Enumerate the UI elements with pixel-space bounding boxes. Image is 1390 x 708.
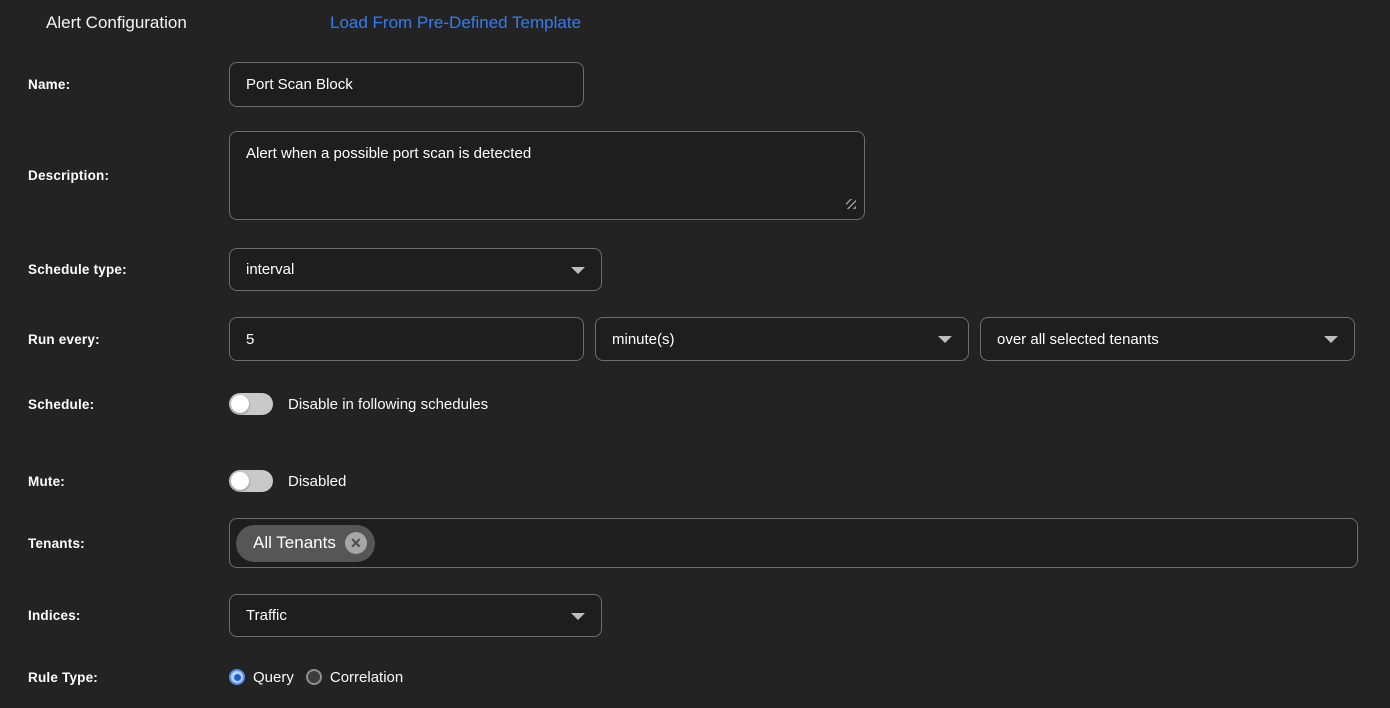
indices-label: Indices: <box>28 608 81 623</box>
indices-select[interactable]: Traffic <box>229 594 602 637</box>
run-every-row: Run every: minute(s) over all selected t… <box>0 317 1390 361</box>
name-row: Name: <box>0 62 1390 107</box>
schedule-type-row: Schedule type: interval <box>0 248 1390 291</box>
description-label: Description: <box>28 168 110 183</box>
run-every-scope-select[interactable]: over all selected tenants <box>980 317 1355 361</box>
run-every-scope-value: over all selected tenants <box>997 330 1159 348</box>
tenants-label: Tenants: <box>28 535 85 551</box>
schedule-toggle[interactable] <box>229 393 273 415</box>
toggle-knob <box>231 395 249 413</box>
tenant-chip: All Tenants ✕ <box>236 524 375 562</box>
indices-row: Indices: Traffic <box>0 594 1390 637</box>
description-row: Description: Alert when a possible port … <box>0 131 1390 220</box>
schedule-row: Schedule: Disable in following schedules <box>0 392 1390 416</box>
radio-option-correlation[interactable]: Correlation <box>305 668 404 686</box>
run-every-unit-select[interactable]: minute(s) <box>595 317 969 361</box>
load-template-link[interactable]: Load From Pre-Defined Template <box>330 13 581 33</box>
radio-unselected-icon[interactable] <box>305 669 322 685</box>
run-every-label: Run every: <box>28 331 100 347</box>
tenants-input[interactable]: All Tenants ✕ <box>229 518 1358 568</box>
mute-toggle-label: Disabled <box>288 472 347 490</box>
chevron-down-icon <box>571 612 585 620</box>
mute-label: Mute: <box>28 473 65 489</box>
rule-type-radio-group: Query Correlation <box>229 669 415 686</box>
schedule-type-label: Schedule type: <box>28 262 127 277</box>
radio-selected-icon[interactable] <box>229 669 245 685</box>
alert-configuration-page: Alert Configuration Load From Pre-Define… <box>0 0 1390 708</box>
mute-row: Mute: Disabled <box>0 469 1390 493</box>
rule-type-row: Rule Type: Query Correlation <box>0 662 1390 692</box>
run-every-unit-value: minute(s) <box>612 330 675 348</box>
close-icon[interactable]: ✕ <box>344 532 367 554</box>
chevron-down-icon <box>938 336 952 343</box>
radio-label: Correlation <box>329 668 404 686</box>
indices-value: Traffic <box>246 607 287 624</box>
page-title: Alert Configuration <box>46 13 187 32</box>
radio-option-query[interactable]: Query <box>229 669 294 686</box>
name-input[interactable] <box>229 62 584 107</box>
mute-toggle[interactable] <box>229 470 273 492</box>
tenants-row: Tenants: All Tenants ✕ <box>0 518 1390 568</box>
name-label: Name: <box>28 77 71 92</box>
tenant-chip-text: All Tenants <box>253 533 336 552</box>
schedule-label: Schedule: <box>28 396 95 412</box>
rule-type-label: Rule Type: <box>28 669 99 685</box>
run-every-input[interactable] <box>229 317 584 361</box>
header: Alert Configuration Load From Pre-Define… <box>0 0 1390 46</box>
chevron-down-icon <box>571 266 585 274</box>
chevron-down-icon <box>1324 336 1338 343</box>
schedule-type-value: interval <box>246 261 295 278</box>
toggle-knob <box>231 472 249 490</box>
radio-label: Query <box>253 668 294 686</box>
schedule-toggle-label: Disable in following schedules <box>288 395 489 413</box>
schedule-type-select[interactable]: interval <box>229 248 602 291</box>
description-textarea[interactable]: Alert when a possible port scan is detec… <box>229 131 865 220</box>
